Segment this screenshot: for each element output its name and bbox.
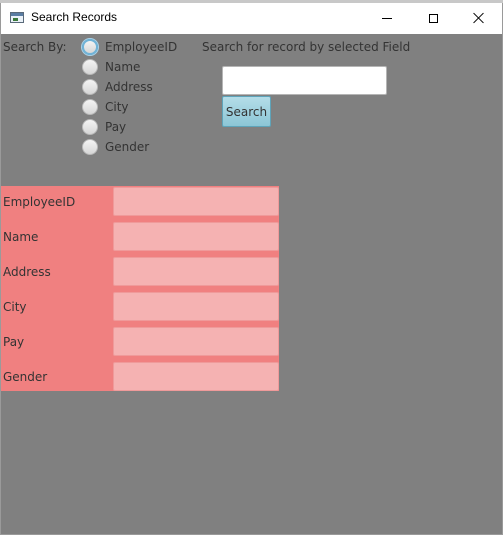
radio-label: Pay (105, 120, 127, 134)
close-button[interactable] (456, 3, 502, 33)
name-field[interactable] (113, 222, 279, 251)
radio-button[interactable] (82, 99, 98, 115)
title-bar[interactable]: Search Records (1, 3, 502, 34)
radio-button[interactable] (82, 139, 98, 155)
gender-field[interactable] (113, 362, 279, 391)
window-title: Search Records (31, 10, 118, 24)
radio-option-employeeid[interactable]: EmployeeID (82, 38, 177, 56)
city-field[interactable] (113, 292, 279, 321)
window-app-icon (10, 12, 24, 23)
minimize-button[interactable] (364, 3, 410, 33)
radio-button[interactable] (82, 119, 98, 135)
address-label: Address (3, 265, 51, 279)
search-hint-label: Search for record by selected Field (202, 40, 411, 54)
name-label: Name (3, 230, 39, 244)
radio-label: EmployeeID (105, 40, 178, 54)
maximize-button[interactable] (410, 3, 456, 33)
address-field[interactable] (113, 257, 279, 286)
maximize-icon (428, 13, 438, 23)
radio-option-city[interactable]: City (82, 98, 129, 116)
radio-option-pay[interactable]: Pay (82, 118, 126, 136)
employeeid-field[interactable] (113, 187, 279, 216)
minimize-icon (382, 17, 392, 19)
radio-label: Gender (105, 140, 150, 154)
pay-field[interactable] (113, 327, 279, 356)
close-icon (473, 12, 485, 24)
search-button[interactable]: Search (222, 96, 271, 127)
pay-label: Pay (3, 335, 25, 349)
radio-option-gender[interactable]: Gender (82, 138, 149, 156)
radio-label: Address (105, 80, 153, 94)
radio-option-address[interactable]: Address (82, 78, 153, 96)
city-label: City (3, 300, 27, 314)
search-by-label: Search By: (3, 40, 67, 54)
radio-option-name[interactable]: Name (82, 58, 140, 76)
radio-label: Name (105, 60, 141, 74)
radio-button[interactable] (82, 79, 98, 95)
window-content: Search By: Search for record by selected… (1, 34, 502, 534)
radio-button[interactable] (82, 59, 98, 75)
search-records-window: Search Records Search By: Search for rec… (0, 3, 503, 535)
gender-label: Gender (3, 370, 48, 384)
radio-label: City (105, 100, 129, 114)
record-form-panel: EmployeeID Name Address City Pay Gender (1, 186, 279, 391)
search-input[interactable] (222, 66, 387, 95)
radio-button[interactable] (82, 39, 98, 55)
employeeid-label: EmployeeID (3, 195, 76, 209)
